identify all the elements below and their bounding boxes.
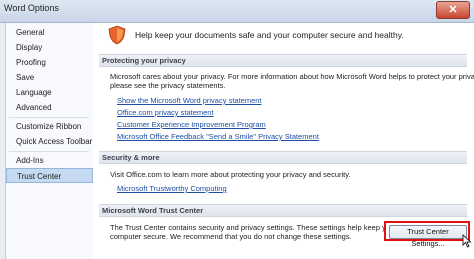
sidebar-item-customize-ribbon[interactable]: Customize Ribbon — [6, 119, 93, 134]
sidebar-item-proofing[interactable]: Proofing — [6, 55, 93, 70]
panel-header-text: Help keep your documents safe and your c… — [135, 30, 404, 40]
link-word-privacy-statement[interactable]: Show the Microsoft Word privacy statemen… — [117, 96, 262, 106]
sidebar-item-add-ins[interactable]: Add-Ins — [6, 153, 93, 168]
sidebar-divider — [9, 151, 89, 152]
options-sidebar: General Display Proofing Save Language A… — [5, 23, 94, 259]
link-trustworthy-computing[interactable]: Microsoft Trustworthy Computing — [117, 184, 227, 194]
trust-center-settings-button[interactable]: Trust Center Settings... — [389, 225, 467, 248]
sidebar-item-display[interactable]: Display — [6, 40, 93, 55]
shield-icon — [108, 25, 126, 45]
security-text: Visit Office.com to learn more about pro… — [110, 170, 351, 179]
link-send-a-smile-privacy[interactable]: Microsoft Office Feedback "Send a Smile"… — [117, 132, 319, 142]
sidebar-item-language[interactable]: Language — [6, 85, 93, 100]
panel-header: Help keep your documents safe and your c… — [93, 23, 474, 49]
trust-center-text-line2: computer secure. We recommend that you d… — [110, 232, 352, 241]
trust-center-panel: Help keep your documents safe and your c… — [93, 23, 474, 259]
privacy-text-line2: please see the privacy statements. — [110, 81, 226, 90]
sidebar-item-advanced[interactable]: Advanced — [6, 100, 93, 115]
trust-center-settings-highlight: Trust Center Settings... — [384, 221, 470, 248]
section-heading-security: Security & more — [99, 151, 467, 164]
window-title: Word Options — [4, 3, 59, 13]
sidebar-item-trust-center[interactable]: Trust Center — [6, 168, 93, 183]
sidebar-item-quick-access-toolbar[interactable]: Quick Access Toolbar — [6, 134, 93, 149]
title-bar: Word Options ✕ — [0, 0, 474, 23]
link-ceip[interactable]: Customer Experience Improvement Program — [117, 120, 266, 130]
close-button[interactable]: ✕ — [436, 1, 470, 19]
section-heading-privacy: Protecting your privacy — [99, 54, 467, 67]
sidebar-item-general[interactable]: General — [6, 25, 93, 40]
mouse-cursor-icon — [462, 234, 472, 248]
link-office-privacy-statement[interactable]: Office.com privacy statement — [117, 108, 214, 118]
section-heading-trust-center: Microsoft Word Trust Center — [99, 204, 467, 217]
sidebar-item-save[interactable]: Save — [6, 70, 93, 85]
sidebar-divider — [9, 117, 89, 118]
